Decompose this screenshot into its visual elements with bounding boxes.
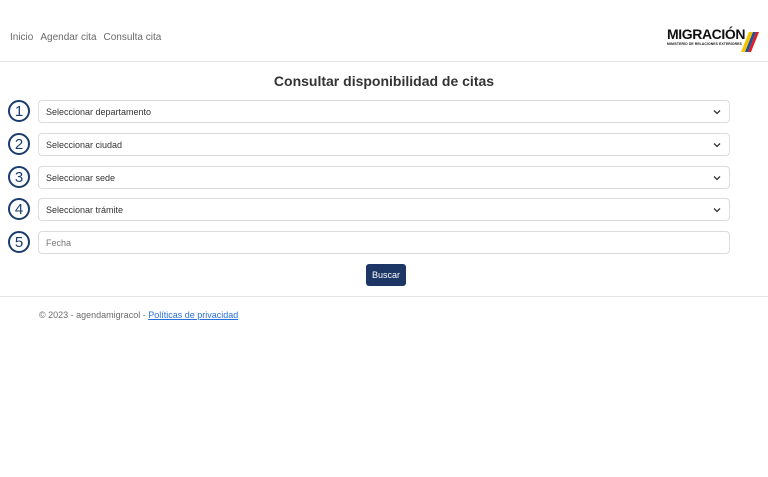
departamento-select-label: Seleccionar departamento bbox=[46, 106, 152, 117]
migracion-logo[interactable]: MIGRACIÓN MINISTERIO DE RELACIONES EXTER… bbox=[667, 26, 761, 54]
footer: © 2023 - agendamigracol - Políticas de p… bbox=[39, 310, 238, 320]
chevron-down-icon bbox=[713, 110, 721, 115]
chevron-down-icon bbox=[713, 208, 721, 213]
nav-link-consulta-cita[interactable]: Consulta cita bbox=[104, 32, 162, 43]
form-row-fecha: 5 Fecha bbox=[8, 231, 730, 254]
top-navbar: Inicio Agendar cita Consulta cita MIGRAC… bbox=[0, 0, 768, 62]
footer-copyright: © 2023 - agendamigracol - bbox=[39, 310, 149, 320]
page-title: Consultar disponibilidad de citas bbox=[273, 73, 495, 89]
flag-stripes-icon bbox=[741, 32, 759, 52]
nav-links: Inicio Agendar cita Consulta cita bbox=[10, 32, 161, 43]
sede-select[interactable]: Seleccionar sede bbox=[38, 166, 730, 189]
buscar-button[interactable]: Buscar bbox=[366, 264, 406, 286]
logo-wordmark: MIGRACIÓN bbox=[667, 26, 746, 42]
nav-link-agendar-cita[interactable]: Agendar cita bbox=[40, 32, 96, 43]
ciudad-select[interactable]: Seleccionar ciudad bbox=[38, 133, 730, 156]
privacy-policy-link[interactable]: Políticas de privacidad bbox=[148, 310, 238, 320]
step-3-badge: 3 bbox=[8, 166, 30, 188]
tramite-select[interactable]: Seleccionar trámite bbox=[38, 198, 730, 221]
ciudad-select-label: Seleccionar ciudad bbox=[46, 139, 123, 150]
nav-link-inicio[interactable]: Inicio bbox=[10, 32, 33, 43]
sede-select-label: Seleccionar sede bbox=[46, 172, 116, 183]
footer-divider bbox=[0, 296, 768, 297]
logo-subtitle: MINISTERIO DE RELACIONES EXTERIORES bbox=[667, 42, 742, 46]
fecha-input[interactable]: Fecha bbox=[38, 231, 730, 254]
departamento-select[interactable]: Seleccionar departamento bbox=[38, 100, 730, 123]
form-row-tramite: 4 Seleccionar trámite bbox=[8, 198, 730, 221]
form-row-sede: 3 Seleccionar sede bbox=[8, 166, 730, 189]
chevron-down-icon bbox=[713, 176, 721, 181]
chevron-down-icon bbox=[713, 143, 721, 148]
form-row-ciudad: 2 Seleccionar ciudad bbox=[8, 133, 730, 156]
tramite-select-label: Seleccionar trámite bbox=[46, 204, 124, 215]
form-row-departamento: 1 Seleccionar departamento bbox=[8, 100, 730, 123]
fecha-input-placeholder: Fecha bbox=[46, 237, 72, 248]
step-2-badge: 2 bbox=[8, 133, 30, 155]
step-5-badge: 5 bbox=[8, 231, 30, 253]
step-4-badge: 4 bbox=[8, 198, 30, 220]
step-1-badge: 1 bbox=[8, 100, 30, 122]
